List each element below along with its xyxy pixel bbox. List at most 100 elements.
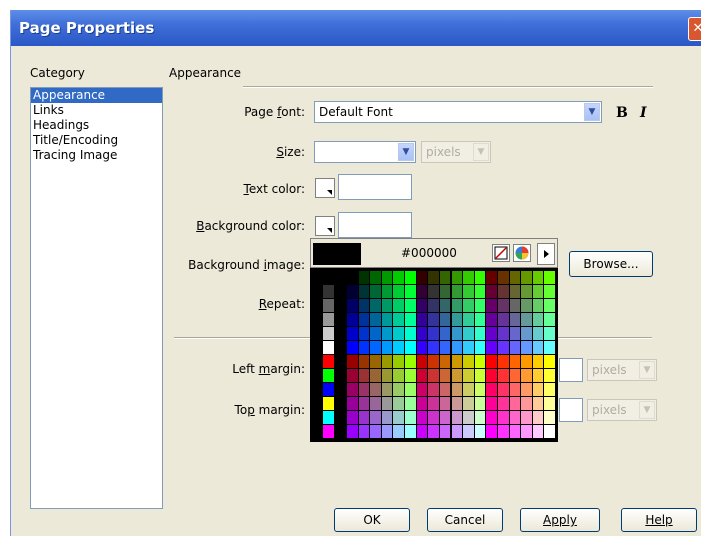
color-swatch[interactable] [428,383,439,396]
cancel-button[interactable]: Cancel [427,508,503,532]
color-swatch[interactable] [405,383,416,396]
color-swatch[interactable] [416,313,428,326]
color-swatch[interactable] [463,355,474,368]
help-button[interactable]: Help [621,508,697,532]
color-swatch[interactable] [451,313,463,326]
ok-button[interactable]: OK [334,508,410,532]
color-swatch[interactable] [439,313,451,326]
category-item[interactable]: Appearance [31,88,162,103]
color-swatch[interactable] [393,355,405,368]
color-swatch[interactable] [486,341,497,354]
color-swatch[interactable] [416,327,428,340]
color-swatch[interactable] [428,327,439,340]
color-swatch[interactable] [428,397,439,410]
color-swatch[interactable] [428,425,439,438]
color-swatch[interactable] [486,425,497,438]
color-swatch[interactable] [497,327,509,340]
color-swatch[interactable] [347,313,358,326]
color-swatch[interactable] [393,411,405,424]
color-swatch[interactable] [497,397,509,410]
color-swatch[interactable] [370,271,381,284]
color-swatch[interactable] [463,369,474,382]
color-swatch[interactable] [463,411,474,424]
color-swatch[interactable] [509,355,521,368]
color-swatch[interactable] [474,425,486,438]
color-swatch[interactable] [474,341,486,354]
color-swatch[interactable] [381,369,393,382]
color-swatch[interactable] [532,299,544,312]
color-swatch[interactable] [497,285,509,298]
color-swatch[interactable] [463,383,474,396]
color-swatch[interactable] [497,369,509,382]
browse-button[interactable]: Browse... [569,251,653,277]
color-swatch[interactable] [370,341,381,354]
color-swatch[interactable] [451,383,463,396]
color-swatch[interactable] [474,327,486,340]
category-item[interactable]: Headings [31,118,162,133]
category-item[interactable]: Title/Encoding [31,133,162,148]
color-swatch[interactable] [509,397,521,410]
color-swatch[interactable] [486,285,497,298]
color-swatch[interactable] [370,425,381,438]
title-bar[interactable]: Page Properties ✕ [11,10,701,46]
color-swatch[interactable] [405,369,416,382]
color-swatch[interactable] [451,411,463,424]
basic-color-swatch[interactable] [323,355,334,368]
chevron-down-icon[interactable]: ▼ [398,143,414,161]
color-swatch[interactable] [370,397,381,410]
color-swatch[interactable] [439,383,451,396]
color-swatch[interactable] [347,425,358,438]
color-swatch[interactable] [358,327,370,340]
color-swatch[interactable] [347,327,358,340]
color-swatch[interactable] [532,355,544,368]
color-swatch[interactable] [416,411,428,424]
color-swatch[interactable] [521,383,532,396]
color-swatch[interactable] [509,425,521,438]
color-swatch[interactable] [428,355,439,368]
color-swatch[interactable] [463,327,474,340]
color-swatch[interactable] [451,299,463,312]
color-swatch[interactable] [358,355,370,368]
color-swatch[interactable] [451,397,463,410]
color-swatch[interactable] [416,369,428,382]
color-swatch[interactable] [474,369,486,382]
color-swatch[interactable] [370,327,381,340]
color-swatch[interactable] [532,327,544,340]
color-swatch[interactable] [486,383,497,396]
color-swatch[interactable] [393,425,405,438]
color-swatch[interactable] [439,271,451,284]
color-swatch[interactable] [509,369,521,382]
color-swatch[interactable] [532,285,544,298]
color-swatch[interactable] [393,271,405,284]
color-swatch[interactable] [405,271,416,284]
color-swatch[interactable] [521,341,532,354]
color-swatch[interactable] [358,299,370,312]
page-font-select[interactable]: Default Font ▼ [314,101,602,123]
color-swatch[interactable] [358,369,370,382]
color-swatch[interactable] [358,313,370,326]
color-swatch[interactable] [381,271,393,284]
color-swatch[interactable] [428,313,439,326]
bold-button[interactable]: B [616,105,628,121]
color-swatch[interactable] [474,383,486,396]
basic-color-swatch[interactable] [323,397,334,410]
color-swatch[interactable] [439,299,451,312]
color-swatch[interactable] [381,411,393,424]
color-swatch[interactable] [532,271,544,284]
color-swatch[interactable] [451,425,463,438]
color-swatch[interactable] [416,355,428,368]
color-swatch[interactable] [439,285,451,298]
basic-color-swatch[interactable] [323,313,334,326]
color-swatch[interactable] [451,355,463,368]
color-swatch[interactable] [463,341,474,354]
color-swatch[interactable] [347,383,358,396]
color-swatch[interactable] [381,397,393,410]
color-swatch[interactable] [497,383,509,396]
color-wheel-icon[interactable] [513,244,531,262]
category-item[interactable]: Links [31,103,162,118]
background-color-swatch-button[interactable] [315,216,335,236]
color-swatch[interactable] [544,341,555,354]
color-swatch[interactable] [393,383,405,396]
color-swatch[interactable] [439,397,451,410]
color-swatch[interactable] [497,341,509,354]
